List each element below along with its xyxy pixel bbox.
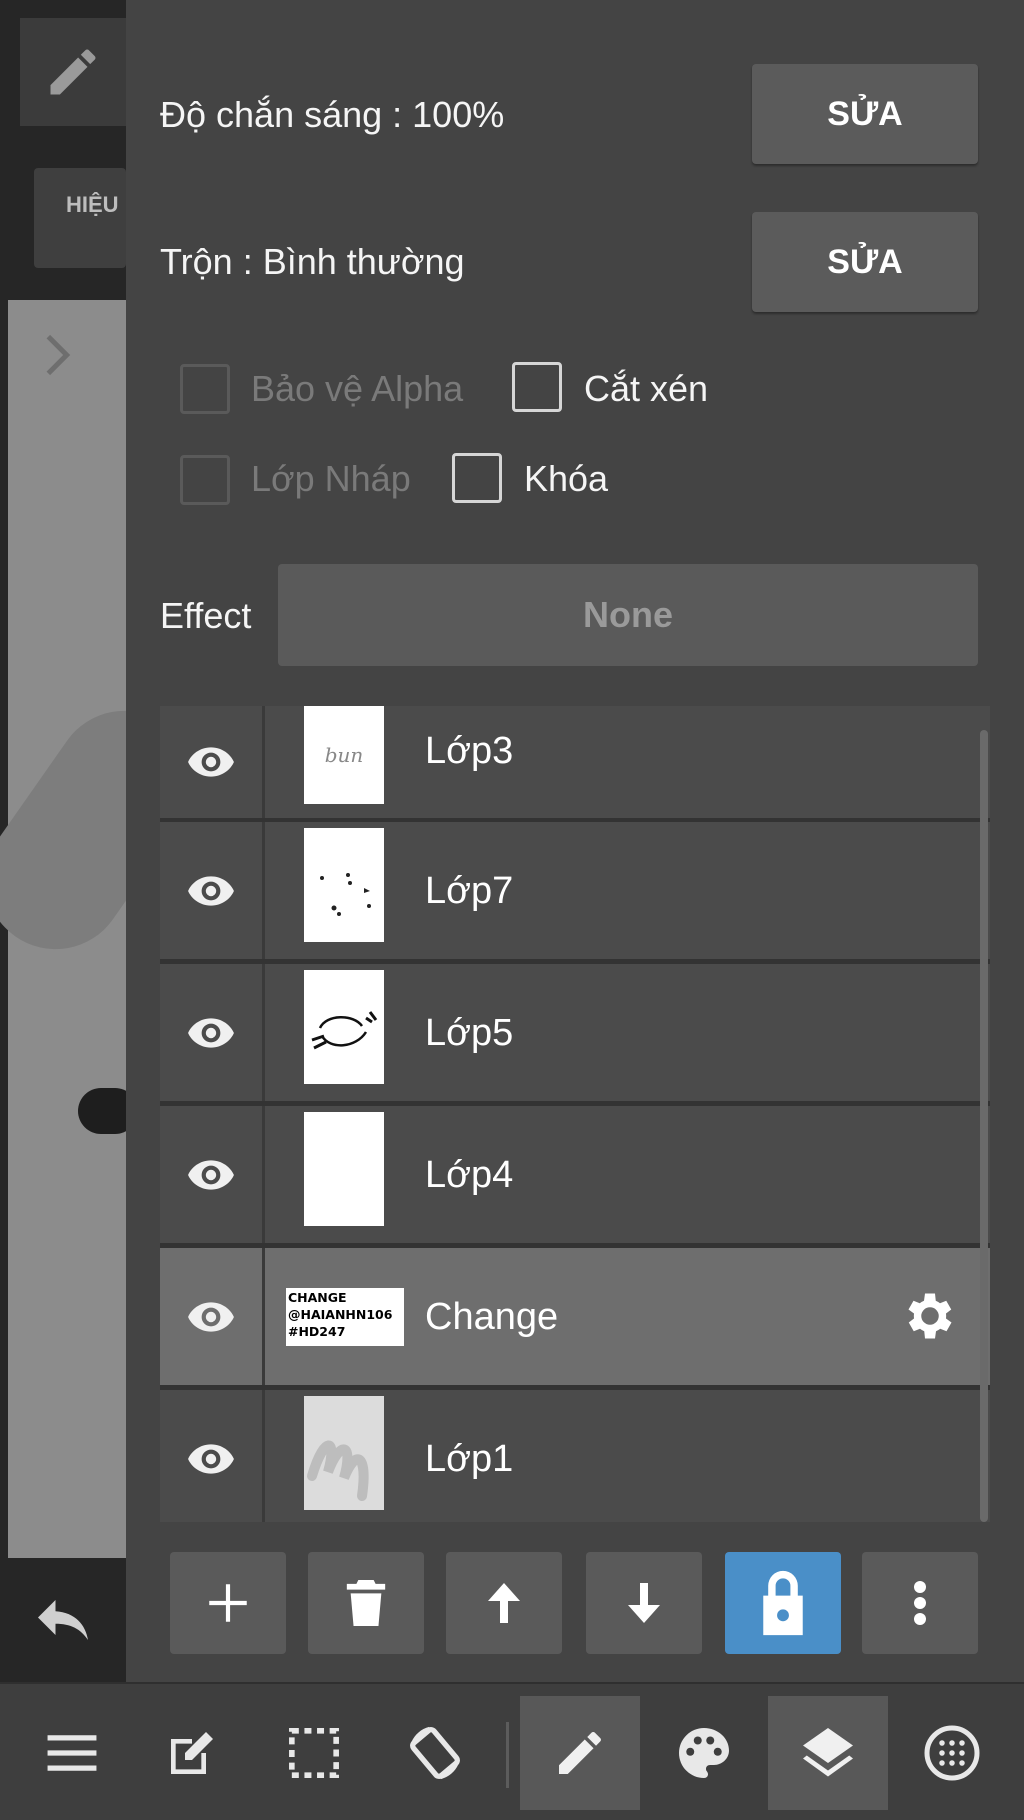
move-layer-up-button[interactable] — [446, 1552, 562, 1654]
row-divider — [262, 964, 265, 1101]
layer-name: Lớp1 — [425, 1438, 514, 1480]
draft-layer-checkbox[interactable] — [180, 455, 230, 505]
visibility-toggle[interactable] — [160, 964, 262, 1101]
layer-name: Lớp3 — [425, 730, 514, 772]
add-layer-button[interactable] — [170, 1552, 286, 1654]
row-divider — [262, 706, 265, 818]
material-tab[interactable] — [892, 1696, 1012, 1810]
color-palette-tab[interactable] — [644, 1696, 764, 1810]
delete-layer-button[interactable] — [308, 1552, 424, 1654]
layers-tab[interactable] — [768, 1696, 888, 1810]
eye-icon — [188, 1159, 234, 1190]
visibility-toggle[interactable] — [160, 1248, 262, 1385]
opacity-label: Độ chắn sáng : 100% — [160, 94, 505, 135]
trash-icon — [346, 1580, 386, 1626]
alpha-protect-checkbox[interactable] — [180, 364, 230, 414]
menu-icon — [47, 1735, 97, 1771]
menu-button[interactable] — [12, 1696, 132, 1810]
toolbar-separator — [506, 1722, 509, 1788]
lock-checkbox[interactable] — [452, 453, 502, 503]
palette-icon — [679, 1728, 729, 1778]
chevron-right-icon[interactable] — [40, 330, 80, 380]
draft-layer-label: Lớp Nháp — [251, 458, 411, 499]
arrow-up-icon — [488, 1583, 520, 1623]
eye-icon — [188, 747, 234, 777]
more-vert-icon — [914, 1581, 926, 1625]
thumb-text: bun — [324, 743, 364, 767]
eye-icon — [188, 1017, 234, 1048]
effect-select-button[interactable]: None — [278, 564, 978, 666]
layer-thumbnail — [304, 828, 384, 942]
layer-name: Change — [425, 1296, 559, 1338]
row-divider — [262, 822, 265, 959]
rotate-canvas-button[interactable] — [375, 1696, 495, 1810]
lock-label: Khóa — [524, 458, 609, 499]
pen-tool-tab[interactable] — [520, 1696, 640, 1810]
eye-icon — [188, 875, 234, 906]
lock-icon — [763, 1570, 803, 1636]
layer-row-selected[interactable]: CHANGE @HAIANHN106 #HD247 Change — [160, 1248, 990, 1385]
row-divider — [262, 1390, 265, 1522]
more-options-button[interactable] — [862, 1552, 978, 1654]
layer-thumbnail — [304, 1112, 384, 1226]
move-layer-down-button[interactable] — [586, 1552, 702, 1654]
eye-icon — [188, 1443, 234, 1474]
thumb-line: #HD247 — [288, 1324, 346, 1339]
layer-row[interactable]: Lớp5 — [160, 964, 990, 1101]
thumb-line: @HAIANHN106 — [288, 1307, 393, 1322]
gear-icon[interactable] — [900, 1286, 960, 1346]
alpha-protect-label: Bảo vệ Alpha — [251, 368, 464, 409]
add-icon — [209, 1584, 247, 1622]
arrow-down-icon — [628, 1583, 660, 1623]
layer-row[interactable]: Lớp4 — [160, 1106, 990, 1243]
layer-list[interactable]: bun Lớp3 Lớp7 Lớp5 Lớp4 CHANGE @HAIANHN1… — [160, 706, 990, 1522]
layer-thumbnail — [304, 970, 384, 1084]
effect-tab[interactable]: HIỆU — [34, 168, 126, 268]
selection-button[interactable] — [254, 1696, 374, 1810]
blend-edit-button[interactable]: SỬA — [752, 212, 978, 312]
layer-row[interactable]: Lớp1 — [160, 1390, 990, 1522]
clipping-checkbox[interactable] — [512, 362, 562, 412]
undo-icon — [38, 1600, 88, 1640]
opacity-edit-button[interactable]: SỬA — [752, 64, 978, 164]
row-divider — [262, 1248, 265, 1385]
effect-label: Effect — [160, 595, 252, 636]
selection-icon — [289, 1728, 339, 1778]
visibility-toggle[interactable] — [160, 1390, 262, 1522]
eye-icon — [188, 1301, 234, 1332]
grid-icon — [924, 1725, 980, 1781]
layer-name: Lớp7 — [425, 870, 514, 912]
layer-row[interactable]: bun Lớp3 — [160, 706, 990, 818]
thumb-line: CHANGE — [288, 1290, 347, 1305]
layers-icon — [803, 1728, 853, 1777]
pen-tool-button[interactable] — [20, 18, 126, 126]
undo-button[interactable] — [0, 1558, 126, 1682]
edit-icon — [171, 1732, 213, 1774]
row-divider — [262, 1106, 265, 1243]
layer-row[interactable]: Lớp7 — [160, 822, 990, 959]
layer-thumbnail: bun — [304, 706, 384, 804]
layer-name: Lớp4 — [425, 1154, 514, 1196]
layer-thumbnail — [304, 1396, 384, 1510]
layer-thumbnail: CHANGE @HAIANHN106 #HD247 — [286, 1288, 404, 1346]
visibility-toggle[interactable] — [160, 822, 262, 959]
lock-layer-button[interactable] — [725, 1552, 841, 1654]
clipping-label: Cắt xén — [584, 368, 709, 409]
layer-list-scrollbar[interactable] — [980, 730, 988, 1522]
edit-button[interactable] — [132, 1696, 252, 1810]
bottom-toolbar — [0, 1682, 1024, 1820]
visibility-toggle[interactable] — [160, 706, 262, 818]
visibility-toggle[interactable] — [160, 1106, 262, 1243]
layer-name: Lớp5 — [425, 1012, 514, 1054]
blend-mode-label: Trộn : Bình thường — [160, 241, 465, 282]
pen-icon — [559, 1731, 601, 1774]
rotate-icon — [410, 1726, 460, 1780]
pencil-icon — [50, 49, 96, 95]
